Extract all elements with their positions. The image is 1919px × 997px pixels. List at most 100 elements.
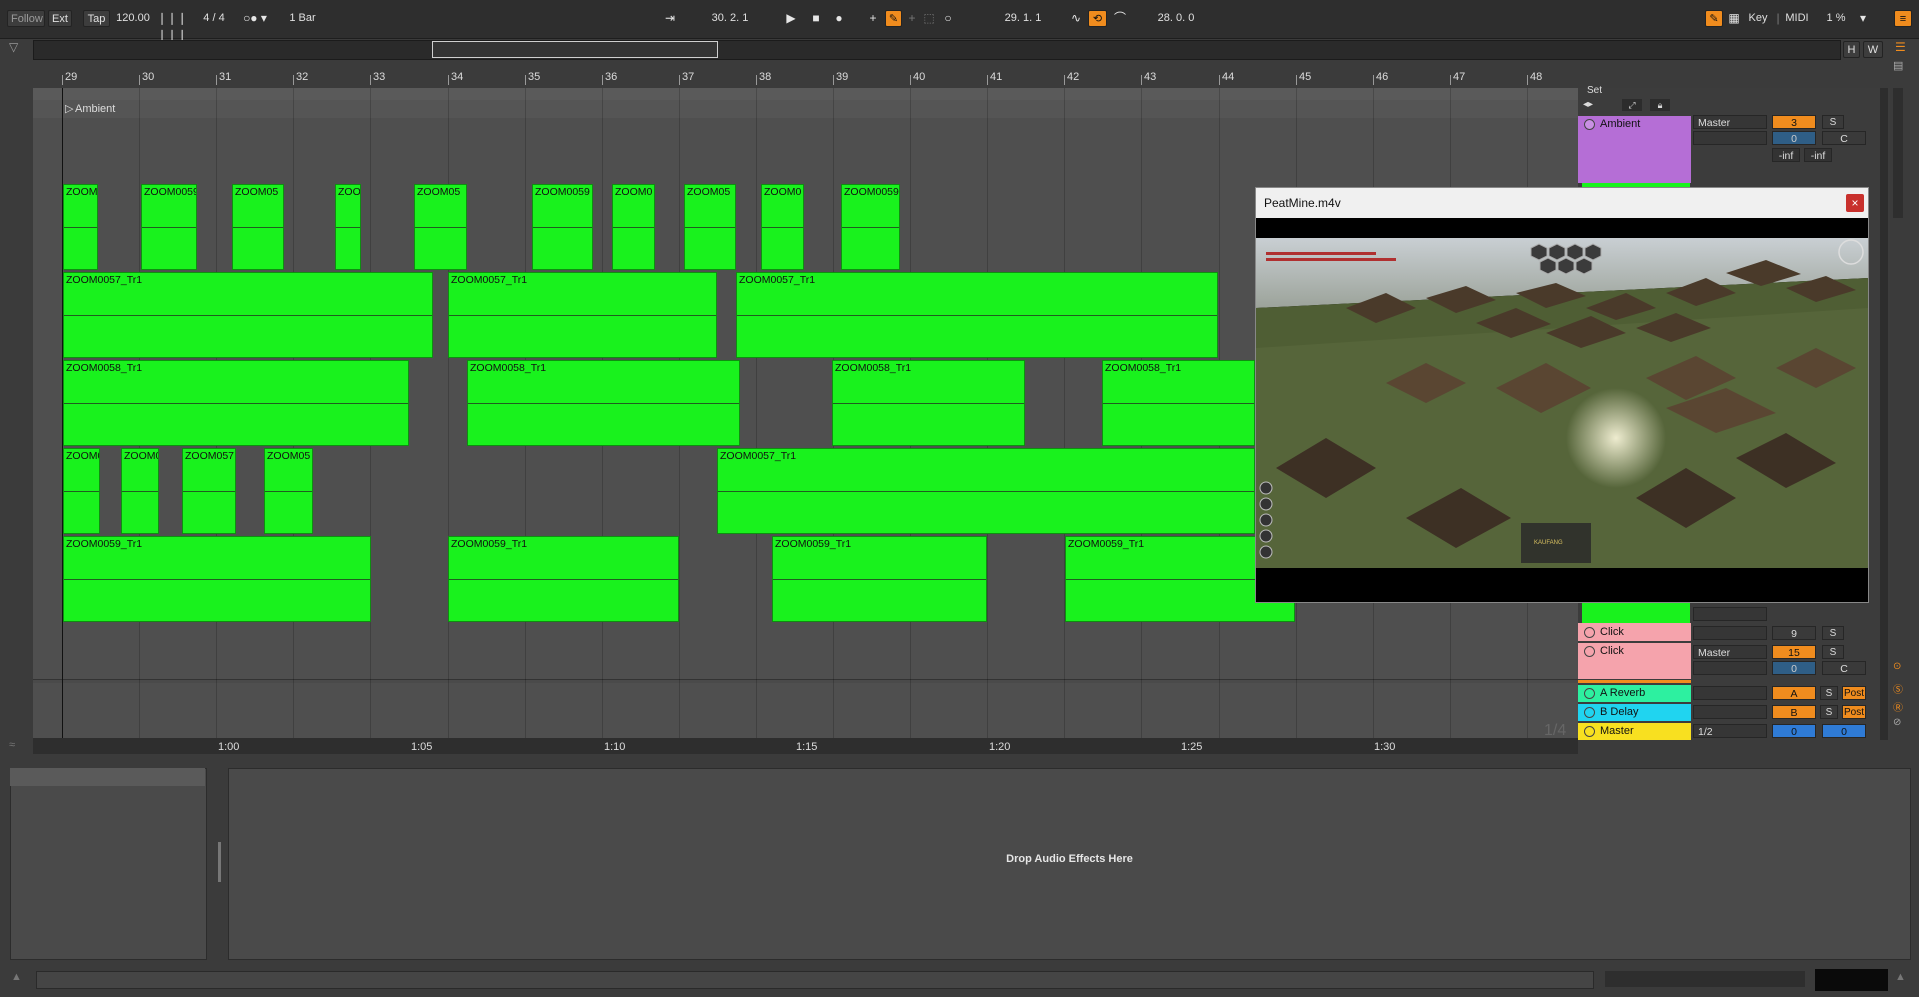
bar-number[interactable]: 32 [296,71,308,83]
audio-clip[interactable]: ZOOM05 [264,448,313,534]
mixer-toggle-icon[interactable]: ⊘ [1893,717,1901,728]
session-record-icon[interactable]: ⬚ [922,10,936,27]
keyboard-icon[interactable]: ▦ [1726,10,1742,27]
audio-clip[interactable]: ZOOM057 [182,448,236,534]
output-channel-dropdown[interactable] [1693,661,1767,675]
loop-start-field[interactable]: 29. 1. 1 [982,10,1064,27]
bar-number[interactable]: 43 [1144,71,1156,83]
master-lane[interactable] [33,719,1578,739]
bar-number[interactable]: 44 [1222,71,1234,83]
quantize-dropdown[interactable]: 1 Bar [280,10,325,27]
bar-number[interactable]: 46 [1376,71,1388,83]
bar-number[interactable]: 41 [990,71,1002,83]
track-number-button[interactable]: 15 [1772,645,1816,659]
overview-selection[interactable] [432,41,718,58]
follow-button[interactable]: Follow [7,10,45,27]
tap-tempo-button[interactable]: Tap [83,10,110,27]
audio-clip[interactable]: ZOOM0058_Tr1 [63,360,409,446]
loop-switch-icon[interactable]: ⟲ [1088,10,1107,27]
return-lane-reverb[interactable] [33,683,1578,702]
bar-number[interactable]: 30 [142,71,154,83]
volume-field[interactable]: 0 [1772,131,1816,145]
tempo-field[interactable]: 120.00 [112,10,154,27]
add-icon[interactable]: + [866,10,880,27]
audio-clip[interactable]: ZOOM0059_Tr1 [772,536,987,622]
bar-number[interactable]: 48 [1530,71,1542,83]
nudge-icon[interactable]: ❘❘❘ ❘❘❘ [157,10,187,42]
solo-button[interactable]: S [1822,115,1844,129]
punch-out-icon[interactable]: ⌒ [1112,10,1128,27]
return-lane-delay[interactable] [33,701,1578,720]
audio-clip[interactable]: ZOOM0058_Tr1 [832,360,1025,446]
loop-record-icon[interactable]: ○ [941,10,955,27]
record-icon[interactable]: ● [831,10,847,27]
lock-icon[interactable]: 🔒︎ [1650,99,1670,111]
bar-number[interactable]: 45 [1299,71,1311,83]
h-button[interactable]: H [1843,41,1860,58]
audio-clip[interactable]: ZOOM0057_Tr1 [736,272,1218,358]
track-lane-click-1[interactable] [33,623,1578,644]
device-view[interactable]: Drop Audio Effects Here [228,768,1911,960]
volume-field[interactable]: 0 [1772,661,1816,675]
mixer-scrollbar[interactable] [1880,88,1888,740]
audio-clip[interactable]: ZOOM0057_Tr1 [63,272,433,358]
audio-clip[interactable]: ZOOM0059_Tr1 [63,536,371,622]
audio-clip[interactable]: ZOO [335,184,361,270]
post-button[interactable]: Post [1842,686,1866,700]
bar-number[interactable]: 29 [65,71,77,83]
audio-clip[interactable]: ZOOM0058_Tr1 [1102,360,1255,446]
pan-field[interactable]: C [1822,131,1866,145]
midi-map-button[interactable]: MIDI [1782,10,1812,27]
solo-button[interactable]: S [1820,705,1838,719]
output-dropdown[interactable] [1693,626,1767,640]
send-b-button[interactable]: B [1772,705,1816,719]
metronome-icon[interactable]: ○● ▾ [240,10,270,27]
chevron-down-icon[interactable]: ▾ [1857,10,1869,27]
track-header-zoom0059[interactable] [1582,601,1690,623]
chevron-right-icon[interactable]: ▷ [65,102,73,115]
loop-length-field[interactable]: 28. 0. 0 [1135,10,1217,27]
audio-clip[interactable]: ZOOM0 [612,184,655,270]
bar-number[interactable]: 39 [836,71,848,83]
audio-clip[interactable]: ZOOM0059 [532,184,593,270]
bar-number[interactable]: 40 [913,71,925,83]
output-dropdown[interactable] [1693,705,1767,719]
audio-clip[interactable]: ZOOM0 [761,184,804,270]
solo-button[interactable]: S [1820,686,1838,700]
audio-clip[interactable]: ZOOM0057_Tr1 [448,272,717,358]
solo-button[interactable]: S [1822,626,1844,640]
vertical-scrollbar[interactable] [1893,88,1903,218]
audio-clip[interactable]: ZOOM05 [684,184,736,270]
sends-icon[interactable]: Ⓢ [1893,681,1903,696]
punch-in-icon[interactable]: ∿ [1068,10,1084,27]
browser-icon[interactable]: ▤ [1893,59,1907,81]
io-icon[interactable]: ⊙ [1893,661,1901,672]
bar-number[interactable]: 36 [605,71,617,83]
audio-clip[interactable]: ZOOM0059 [841,184,900,270]
audio-clip[interactable]: ZOOM05 [414,184,467,270]
master-volume-field[interactable]: 0 [1772,724,1816,738]
audio-clip[interactable]: ZOOM0058_Tr1 [467,360,740,446]
output-channel-dropdown[interactable] [1693,131,1767,145]
bar-number[interactable]: 33 [373,71,385,83]
ext-sync-button[interactable]: Ext [48,10,72,27]
track-number-button[interactable]: 9 [1772,626,1816,640]
post-button[interactable]: Post [1842,705,1866,719]
track-number-button[interactable]: 3 [1772,115,1816,129]
panel-resize-handle[interactable] [218,842,221,882]
bar-number[interactable]: 42 [1067,71,1079,83]
audio-clip[interactable]: ZOOM05 [232,184,284,270]
output-dropdown[interactable] [1693,607,1767,621]
solo-button[interactable]: S [1822,645,1844,659]
output-dropdown[interactable]: Master [1693,115,1767,129]
expand-icon[interactable]: ⤢ [1622,99,1642,111]
bar-number[interactable]: 47 [1453,71,1465,83]
collapse-icon[interactable]: ▽ [9,40,18,54]
bar-number[interactable]: 38 [759,71,771,83]
expand-down-icon[interactable]: ▲ [1895,971,1906,983]
key-map-button[interactable]: Key [1744,10,1772,27]
beat-ruler[interactable] [62,71,1578,87]
pan-field[interactable]: C [1822,661,1866,675]
audio-clip[interactable]: ZOOM0059 [141,184,197,270]
track-lane-ambient[interactable] [33,118,1578,184]
